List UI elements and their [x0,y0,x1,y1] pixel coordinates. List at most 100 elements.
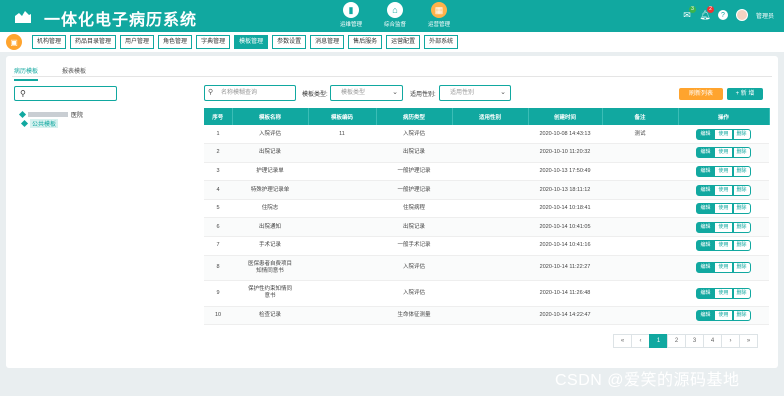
page-button[interactable]: › [721,334,740,348]
tree-node-public[interactable]: 公共模板 [20,119,83,128]
bell-icon[interactable]: 🔔︎ 2 [699,6,714,20]
table-cell [602,180,678,200]
use-button[interactable]: 使用 [714,221,733,233]
table-cell: 入院评估 [232,125,308,145]
edit-button[interactable]: 编辑 [696,262,715,274]
watermark: CSDN @爱笑的源码基地 [555,372,740,389]
search-icon: ⚲ [208,89,214,96]
menu-item[interactable]: 字典管理 [196,35,231,49]
topnav-label: 运维管理 [339,22,362,28]
table-cell [308,162,376,182]
delete-button[interactable]: 删除 [732,165,751,177]
delete-button[interactable]: 删除 [732,184,751,196]
hospital-name-blurred [28,112,68,117]
page-button[interactable]: ‹ [631,334,650,348]
help-icon[interactable]: ? [717,10,728,20]
use-button[interactable]: 使用 [714,165,733,177]
delete-button[interactable]: 删除 [732,203,751,215]
delete-button[interactable]: 删除 [732,262,751,274]
table-cell [308,180,376,200]
topnav-item[interactable]: ⌂ 综合监督 [378,2,412,28]
tab-bar: 病历模板 报表模板 [14,62,86,81]
tree-node-root[interactable]: 医院 [18,110,83,119]
edit-button[interactable]: 编辑 [696,165,715,177]
use-button[interactable]: 使用 [714,147,733,159]
name-search-input[interactable]: ⚲ 名称模糊查询 [204,85,296,101]
app-title: 一体化电子病历系统 [44,12,198,29]
page-button[interactable]: 4 [703,334,722,348]
pagination: «‹ 1 2 3 4 ›» [613,334,758,348]
table-body: 1 入院评估 11 入院评估 2020-10-08 14:43:13 测试 编辑 使用 删除 2 出… [204,125,769,326]
use-button[interactable]: 使用 [714,262,733,274]
use-button[interactable]: 使用 [714,203,733,215]
tree-child-label: 公共模板 [30,119,59,128]
use-button[interactable]: 使用 [714,128,733,140]
menu-item[interactable]: 外部系统 [424,35,459,49]
table-cell [452,162,528,182]
table-cell [308,306,376,326]
delete-button[interactable]: 删除 [732,221,751,233]
avatar[interactable] [735,9,748,21]
user-name[interactable]: 管理员 [756,11,774,20]
table-cell: 2020-10-14 10:41:05 [528,217,602,238]
home-icon[interactable]: ▣ [6,34,22,50]
ops-cell: 编辑 使用 删除 [678,125,769,145]
edit-button[interactable]: 编辑 [696,309,715,321]
table-cell: 生命体征测量 [376,306,452,326]
use-button[interactable]: 使用 [714,184,733,196]
edit-button[interactable]: 编辑 [696,147,715,159]
tab-item[interactable]: 病历模板 [14,62,39,81]
edit-button[interactable]: 编辑 [696,184,715,196]
menu-item[interactable]: 用户管理 [120,35,155,49]
delete-button[interactable]: 删除 [732,287,751,299]
delete-button[interactable]: 删除 [732,309,751,321]
tab-item[interactable]: 报表模板 [62,62,86,81]
topnav-item[interactable]: ▦ 运营管理 [422,2,456,28]
table-cell [602,306,678,326]
table-cell [602,143,678,163]
page-button[interactable]: 3 [685,334,704,348]
page-button[interactable]: « [613,334,632,348]
chevron-down-icon: ⌄ [500,89,506,96]
menu-item[interactable]: 消息管理 [310,35,345,49]
topnav-item[interactable]: ▮ 运维管理 [334,2,368,28]
ops-cell: 编辑 使用 删除 [678,236,769,256]
gender-select[interactable]: 适用性别 ⌄ [439,85,511,101]
menu-item[interactable]: 参数设置 [272,35,307,49]
mail-icon[interactable]: ✉ 3 [682,6,696,20]
edit-button[interactable]: 编辑 [696,240,715,252]
tab-divider [12,76,772,77]
use-button[interactable]: 使用 [714,309,733,321]
menu-item[interactable]: 机构管理 [32,35,67,49]
menu-item[interactable]: 售后服务 [348,35,383,49]
page-button[interactable]: » [739,334,758,348]
edit-button[interactable]: 编辑 [696,128,715,140]
edit-button[interactable]: 编辑 [696,203,715,215]
table-cell: 2020-10-10 11:20:32 [528,143,602,163]
table-cell [452,180,528,200]
edit-button[interactable]: 编辑 [696,221,715,233]
ops-group: 编辑 使用 删除 [696,165,751,177]
tree-search-input[interactable]: ⚲ [14,86,117,101]
menu-item[interactable]: 药品目录管理 [70,35,117,49]
column-header: 病历类型 [376,108,453,125]
column-header: 模板编码 [308,108,377,125]
delete-button[interactable]: 删除 [732,147,751,159]
column-header: 适用性别 [452,108,529,125]
menu-item[interactable]: 模板管理 [234,35,269,49]
refresh-button[interactable]: 刷新列表 [679,88,723,100]
edit-button[interactable]: 编辑 [696,287,715,299]
page-button[interactable]: 2 [667,334,686,348]
type-select[interactable]: 模板类型 ⌄ [330,85,403,101]
use-button[interactable]: 使用 [714,287,733,299]
menu-item[interactable]: 运营配置 [386,35,421,49]
table-cell: 住院志 [232,199,308,219]
table-row: 3 护理记录单 一般护理记录 2020-10-13 17:50:49 编辑 使用 删除 [204,162,769,182]
table-cell: 1 [204,125,232,145]
delete-button[interactable]: 删除 [732,128,751,140]
add-button[interactable]: + 新 增 [727,88,763,100]
page-button[interactable]: 1 [649,334,668,348]
use-button[interactable]: 使用 [714,240,733,252]
delete-button[interactable]: 删除 [732,240,751,252]
menu-item[interactable]: 角色管理 [158,35,193,49]
